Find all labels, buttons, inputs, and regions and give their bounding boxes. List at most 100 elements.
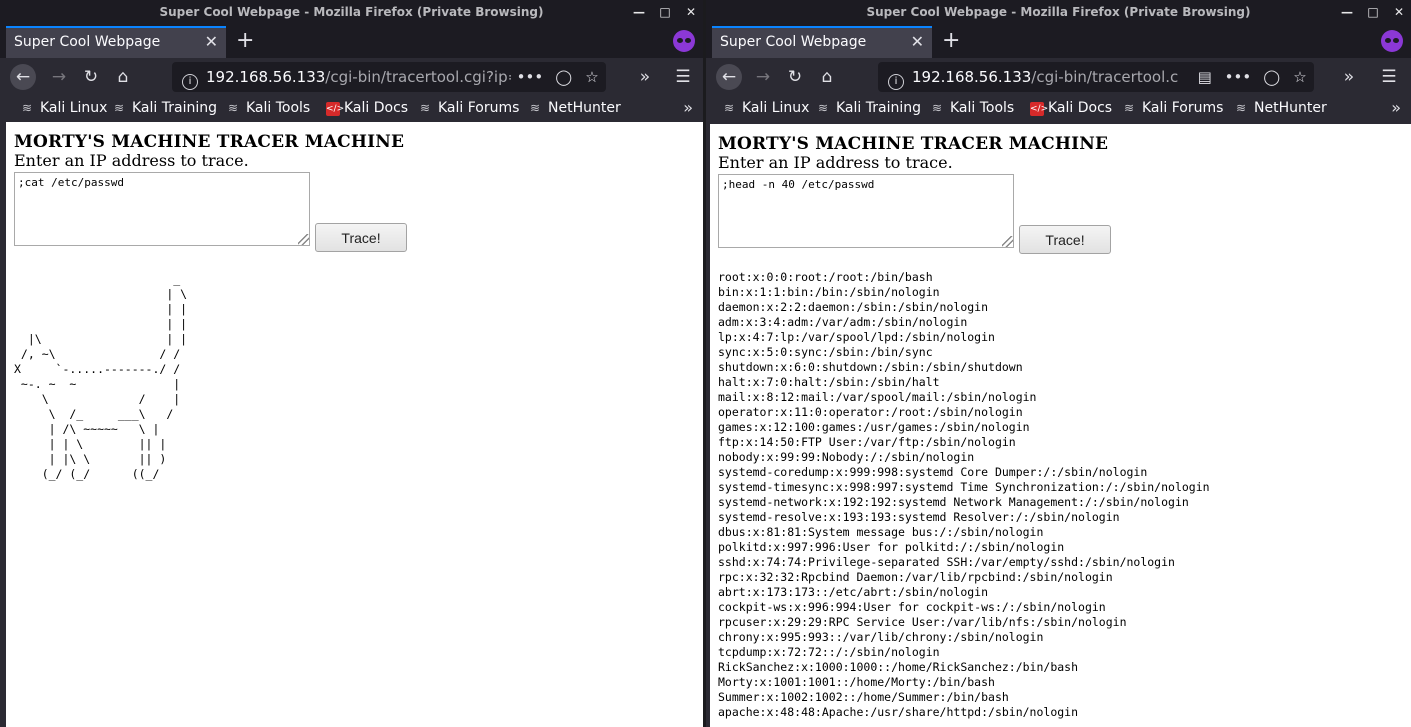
minimize-icon[interactable]: —	[633, 0, 645, 24]
more-actions-icon[interactable]: •••	[1225, 62, 1252, 92]
nethunter-icon: ≋	[1236, 101, 1247, 115]
bookmarks-toolbar: ≋ Kali Linux ≋ Kali Training ≋ Kali Tools <…	[0, 96, 703, 122]
bookmarks-toolbar: ≋ Kali Linux ≋ Kali Training ≋ Kali Tools <…	[706, 96, 1411, 122]
resize-grip-icon[interactable]	[298, 234, 309, 245]
bookmark-kali-docs[interactable]: </>Kali Docs	[1030, 100, 1112, 116]
tab-label: Super Cool Webpage	[14, 34, 161, 50]
bookmark-label: Kali Training	[132, 100, 217, 116]
url-actions: ••• ◯ ☆	[510, 62, 600, 92]
bookmark-star-icon[interactable]: ☆	[1292, 62, 1308, 92]
kali-dragon-icon: ≋	[818, 101, 829, 115]
trace-output: root:x:0:0:root:/root:/bin/bash bin:x:1:…	[718, 270, 1210, 719]
kali-dragon-icon: ≋	[724, 101, 735, 115]
maximize-icon[interactable]: □	[1367, 0, 1379, 24]
kali-dragon-icon: ≋	[932, 101, 943, 115]
window-title: Super Cool Webpage - Mozilla Firefox (Pr…	[159, 5, 544, 19]
bookmark-kali-tools[interactable]: ≋ Kali Tools	[228, 100, 310, 116]
home-icon[interactable]: ⌂	[110, 64, 136, 90]
url-actions: ▤ ••• ◯ ☆	[1190, 62, 1308, 92]
window-controls: — □ ✕	[1341, 0, 1405, 24]
close-tab-icon[interactable]: ✕	[911, 28, 924, 56]
minimize-icon[interactable]: —	[1341, 0, 1353, 24]
bookmark-kali-training[interactable]: ≋ Kali Training	[114, 100, 217, 116]
bookmark-kali-linux[interactable]: ≋ Kali Linux	[724, 100, 809, 116]
trace-button[interactable]: Trace!	[1019, 225, 1111, 254]
bookmark-label: Kali Docs	[344, 100, 409, 116]
back-arrow-icon[interactable]: ←	[716, 64, 742, 90]
window-titlebar: Super Cool Webpage - Mozilla Firefox (Pr…	[706, 0, 1411, 24]
more-actions-icon[interactable]: •••	[517, 62, 544, 92]
overflow-chevron-icon[interactable]: »	[1336, 64, 1362, 90]
bookmarks-overflow-icon[interactable]: »	[683, 98, 693, 117]
hamburger-menu-icon[interactable]: ☰	[1376, 64, 1402, 90]
reload-icon[interactable]: ↻	[782, 64, 808, 90]
firefox-window-right: Super Cool Webpage - Mozilla Firefox (Pr…	[706, 0, 1411, 727]
firefox-window-left: Super Cool Webpage - Mozilla Firefox (Pr…	[0, 0, 703, 727]
kali-dragon-icon: ≋	[420, 101, 431, 115]
ip-input[interactable]: ;head -n 40 /etc/passwd	[718, 174, 1014, 248]
pocket-icon[interactable]: ◯	[555, 62, 572, 92]
trace-button[interactable]: Trace!	[315, 223, 407, 252]
bookmark-label: Kali Forums	[438, 100, 520, 116]
bookmarks-overflow-icon[interactable]: »	[1391, 98, 1401, 117]
bookmark-kali-tools[interactable]: ≋ Kali Tools	[932, 100, 1014, 116]
resize-grip-icon[interactable]	[1002, 236, 1013, 247]
bookmark-kali-linux[interactable]: ≋ Kali Linux	[22, 100, 107, 116]
tab-label: Super Cool Webpage	[720, 34, 867, 50]
reader-view-icon[interactable]: ▤	[1197, 62, 1213, 92]
back-arrow-icon[interactable]: ←	[10, 64, 36, 90]
window-titlebar: Super Cool Webpage - Mozilla Firefox (Pr…	[0, 0, 703, 24]
tab-strip: Super Cool Webpage ✕ +	[706, 24, 1411, 58]
bookmark-label: NetHunter	[1254, 100, 1327, 116]
tab-super-cool-webpage[interactable]: Super Cool Webpage ✕	[712, 26, 932, 58]
reload-icon[interactable]: ↻	[78, 64, 104, 90]
page-instruction: Enter an IP address to trace.	[14, 151, 249, 170]
bookmark-label: Kali Docs	[1048, 100, 1113, 116]
pocket-icon[interactable]: ◯	[1263, 62, 1280, 92]
hamburger-menu-icon[interactable]: ☰	[670, 64, 696, 90]
bookmark-label: Kali Forums	[1142, 100, 1224, 116]
forward-arrow-icon[interactable]: →	[46, 64, 72, 90]
url-path: /cgi-bin/tracertool.c	[1031, 68, 1179, 86]
bookmark-star-icon[interactable]: ☆	[584, 62, 600, 92]
url-host: 192.168.56.133	[206, 68, 326, 86]
url-bar[interactable]: i 192.168.56.133/cgi-bin/tracertool.cgi?i…	[172, 62, 606, 92]
forward-arrow-icon[interactable]: →	[750, 64, 776, 90]
bookmark-kali-forums[interactable]: ≋ Kali Forums	[1124, 100, 1223, 116]
page-content: MORTY'S MACHINE TRACER MACHINE Enter an …	[710, 124, 1411, 727]
close-tab-icon[interactable]: ✕	[205, 28, 218, 56]
kali-dragon-icon: ≋	[114, 101, 125, 115]
ip-input[interactable]: ;cat /etc/passwd	[14, 172, 310, 246]
info-icon[interactable]: i	[182, 74, 198, 90]
kali-dragon-icon: ≋	[22, 101, 33, 115]
overflow-chevron-icon[interactable]: »	[632, 64, 658, 90]
page-instruction: Enter an IP address to trace.	[718, 153, 953, 172]
bookmark-kali-docs[interactable]: </>Kali Docs	[326, 100, 408, 116]
new-tab-icon[interactable]: +	[236, 28, 254, 54]
info-icon[interactable]: i	[888, 74, 904, 90]
trace-output: _ | \ | | | | |\ | | /, ~\ / / X `-.....…	[14, 272, 188, 481]
tab-super-cool-webpage[interactable]: Super Cool Webpage ✕	[6, 26, 226, 58]
bookmark-label: Kali Linux	[742, 100, 810, 116]
home-icon[interactable]: ⌂	[814, 64, 840, 90]
url-path: /cgi-bin/tracertool.cgi?ip=	[325, 68, 521, 86]
page-heading: MORTY'S MACHINE TRACER MACHINE	[14, 132, 405, 152]
docs-icon: </>	[326, 102, 345, 116]
bookmark-kali-forums[interactable]: ≋ Kali Forums	[420, 100, 519, 116]
nethunter-icon: ≋	[530, 101, 541, 115]
bookmark-kali-training[interactable]: ≋ Kali Training	[818, 100, 921, 116]
bookmark-label: Kali Training	[836, 100, 921, 116]
private-browsing-icon	[1381, 30, 1403, 52]
bookmark-nethunter[interactable]: ≋ NetHunter	[1236, 100, 1327, 116]
close-window-icon[interactable]: ✕	[1393, 0, 1405, 24]
nav-toolbar: ← → ↻ ⌂ i 192.168.56.133/cgi-bin/tracerto…	[706, 58, 1411, 96]
new-tab-icon[interactable]: +	[942, 28, 960, 54]
page-content: MORTY'S MACHINE TRACER MACHINE Enter an …	[6, 122, 703, 727]
url-bar[interactable]: i 192.168.56.133/cgi-bin/tracertool.c ▤ •…	[878, 62, 1314, 92]
bookmark-nethunter[interactable]: ≋ NetHunter	[530, 100, 621, 116]
kali-dragon-icon: ≋	[1124, 101, 1135, 115]
maximize-icon[interactable]: □	[659, 0, 671, 24]
close-window-icon[interactable]: ✕	[685, 0, 697, 24]
docs-icon: </>	[1030, 102, 1049, 116]
page-heading: MORTY'S MACHINE TRACER MACHINE	[718, 134, 1109, 154]
